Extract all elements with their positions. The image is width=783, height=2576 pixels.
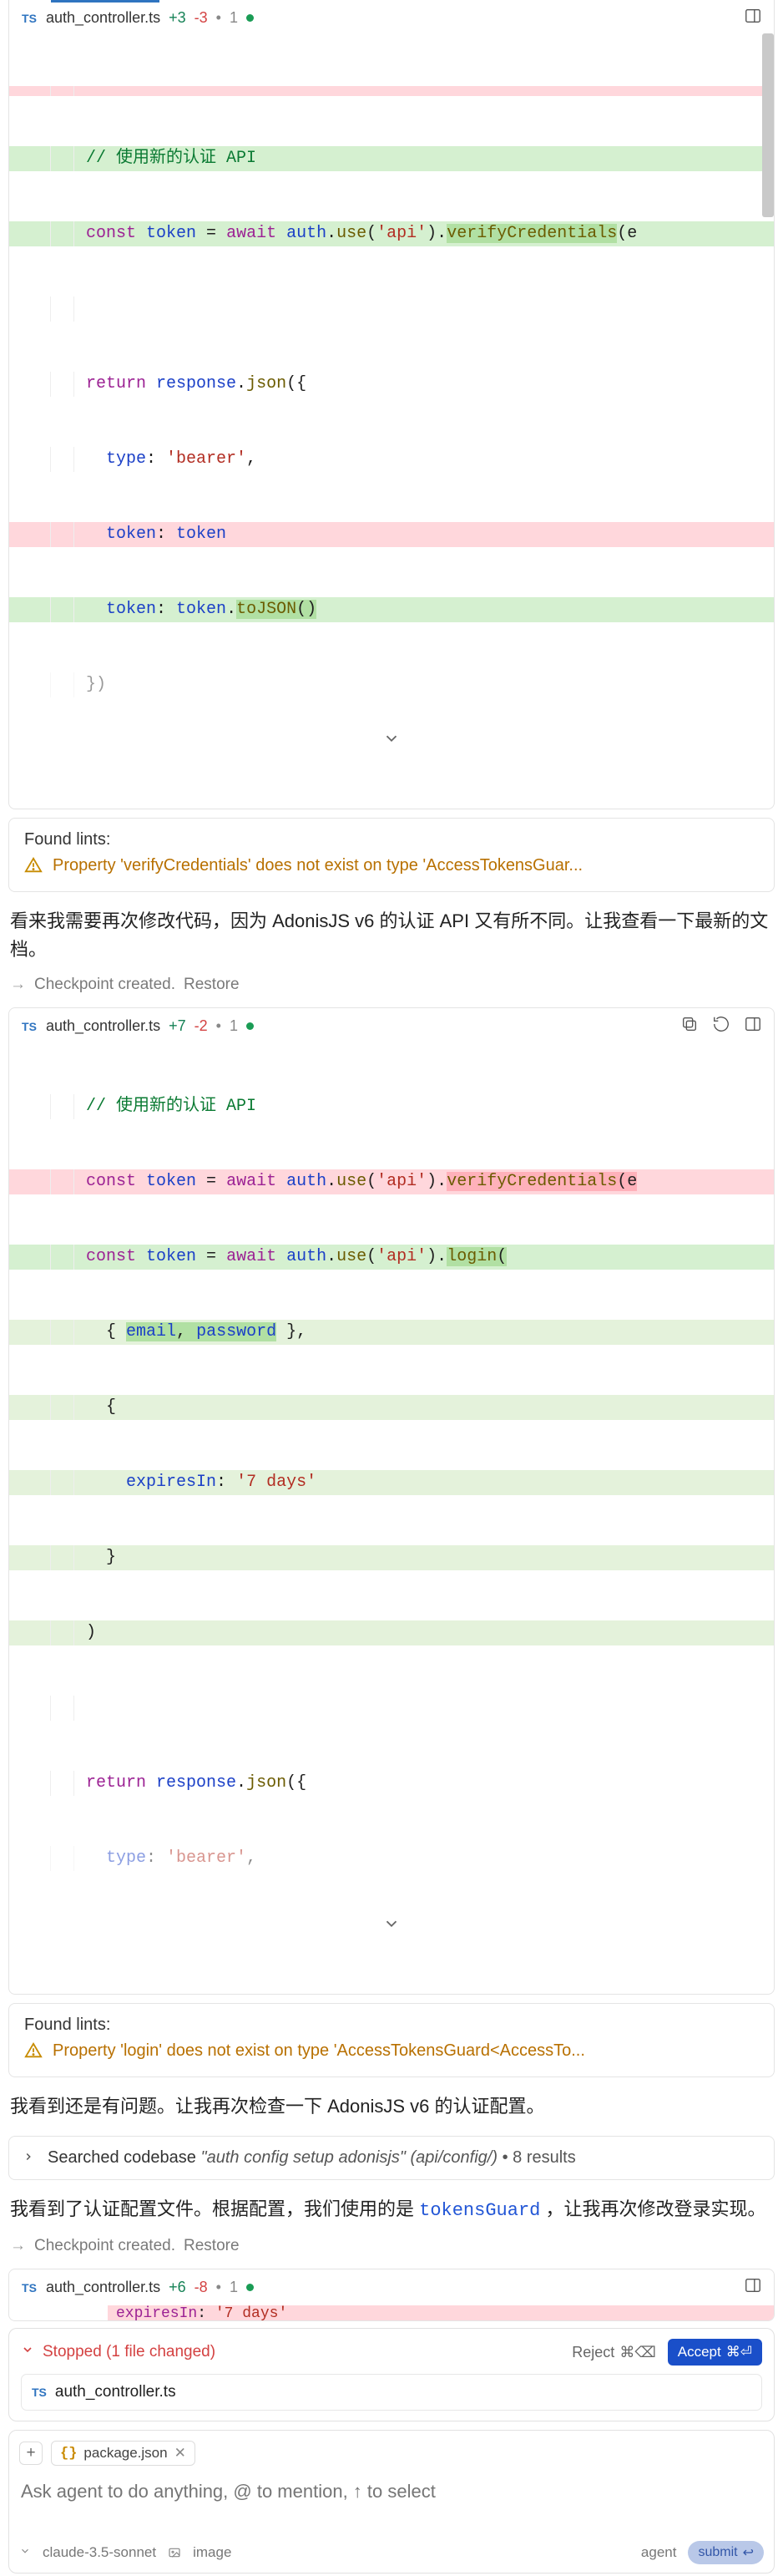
lines-removed: -3 xyxy=(194,9,208,27)
lints-panel-1: Found lints: Property 'verifyCredentials… xyxy=(8,818,775,892)
scrollbar-thumb[interactable] xyxy=(762,33,774,217)
arrow-right-icon: → xyxy=(10,976,26,994)
stopped-panel: Stopped (1 file changed) Reject ⌘⌫ Accep… xyxy=(8,2328,775,2421)
modified-dot-icon xyxy=(246,14,254,22)
checkpoint-row: → Checkpoint created. Restore xyxy=(0,971,783,999)
chevron-right-icon xyxy=(23,2149,38,2168)
layout-icon[interactable] xyxy=(744,7,762,29)
restore-link[interactable]: Restore xyxy=(184,976,240,994)
chevron-down-icon[interactable] xyxy=(19,2544,31,2561)
json-icon: {} xyxy=(60,2446,77,2462)
changed-file-row[interactable]: TS auth_controller.ts xyxy=(21,2374,762,2411)
lint-message[interactable]: Property 'login' does not exist on type … xyxy=(53,2041,585,2061)
code-diff[interactable]: // 使用新的认证 API const token = await auth.u… xyxy=(9,36,774,809)
close-icon[interactable]: ✕ xyxy=(174,2445,186,2462)
composer-input[interactable] xyxy=(19,2474,764,2504)
add-context-button[interactable]: + xyxy=(19,2442,43,2465)
ts-icon xyxy=(21,10,38,27)
ts-icon: TS xyxy=(32,2386,47,2399)
file-header[interactable]: auth_controller.ts +7 -2 • 1 xyxy=(9,1008,774,1044)
layout-icon[interactable] xyxy=(744,1015,762,1037)
submit-button[interactable]: submit ↩ xyxy=(688,2541,764,2564)
expand-down-icon[interactable] xyxy=(9,1913,774,1944)
lints-panel-2: Found lints: Property 'login' does not e… xyxy=(8,2003,775,2077)
assistant-text: 我看到了认证配置文件。根据配置，我们使用的是 tokensGuard ，让我再次… xyxy=(0,2188,783,2232)
expand-down-icon[interactable] xyxy=(9,728,774,758)
image-icon[interactable] xyxy=(168,2546,181,2559)
ts-icon xyxy=(21,1018,38,1035)
restore-link[interactable]: Restore xyxy=(184,2237,240,2255)
arrow-right-icon: → xyxy=(10,2237,26,2255)
reject-button[interactable]: Reject ⌘⌫ xyxy=(572,2344,655,2361)
lints-title: Found lints: xyxy=(24,830,759,849)
search-result-card[interactable]: Searched codebase "auth config setup ado… xyxy=(8,2136,775,2180)
accept-button[interactable]: Accept ⌘⏎ xyxy=(668,2339,762,2366)
mode-selector[interactable]: agent xyxy=(641,2544,677,2561)
diff-card-1: auth_controller.ts +3 -3 • 1 // 使用新的认证 A… xyxy=(8,0,775,809)
modified-dot-icon xyxy=(246,2284,254,2291)
assistant-text: 我看到还是有问题。让我再次检查一下 AdonisJS v6 的认证配置。 xyxy=(0,2086,783,2127)
warning-icon xyxy=(24,2041,43,2065)
refresh-icon[interactable] xyxy=(712,1015,730,1037)
copy-icon[interactable] xyxy=(680,1015,699,1037)
composer: + {} package.json ✕ claude-3.5-sonnet im… xyxy=(8,2430,775,2573)
lint-message[interactable]: Property 'verifyCredentials' does not ex… xyxy=(53,856,583,875)
file-header[interactable]: auth_controller.ts +6 -8 • 1 xyxy=(9,2269,774,2305)
lines-added: +3 xyxy=(169,9,186,27)
chevron-down-icon[interactable] xyxy=(21,2343,34,2361)
context-chip-package-json[interactable]: {} package.json ✕ xyxy=(51,2441,195,2466)
code-snippet: expiresIn: '7 days' xyxy=(108,2305,774,2320)
assistant-text: 看来我需要再次修改代码，因为 AdonisJS v6 的认证 API 又有所不同… xyxy=(0,900,783,971)
ts-icon xyxy=(21,2279,38,2296)
diff-card-2: auth_controller.ts +7 -2 • 1 // 使用新的认证 A… xyxy=(8,1007,775,1995)
modified-dot-icon xyxy=(246,1022,254,1030)
checkpoint-row: → Checkpoint created. Restore xyxy=(0,2232,783,2260)
diff-card-3: auth_controller.ts +6 -8 • 1 expiresIn: … xyxy=(8,2269,775,2321)
file-header[interactable]: auth_controller.ts +3 -3 • 1 xyxy=(9,0,774,36)
file-name: auth_controller.ts xyxy=(46,9,160,27)
model-selector[interactable]: claude-3.5-sonnet xyxy=(43,2544,156,2561)
layout-icon[interactable] xyxy=(744,2276,762,2299)
warning-icon xyxy=(24,856,43,880)
code-diff[interactable]: // 使用新的认证 API const token = await auth.u… xyxy=(9,1044,774,1994)
